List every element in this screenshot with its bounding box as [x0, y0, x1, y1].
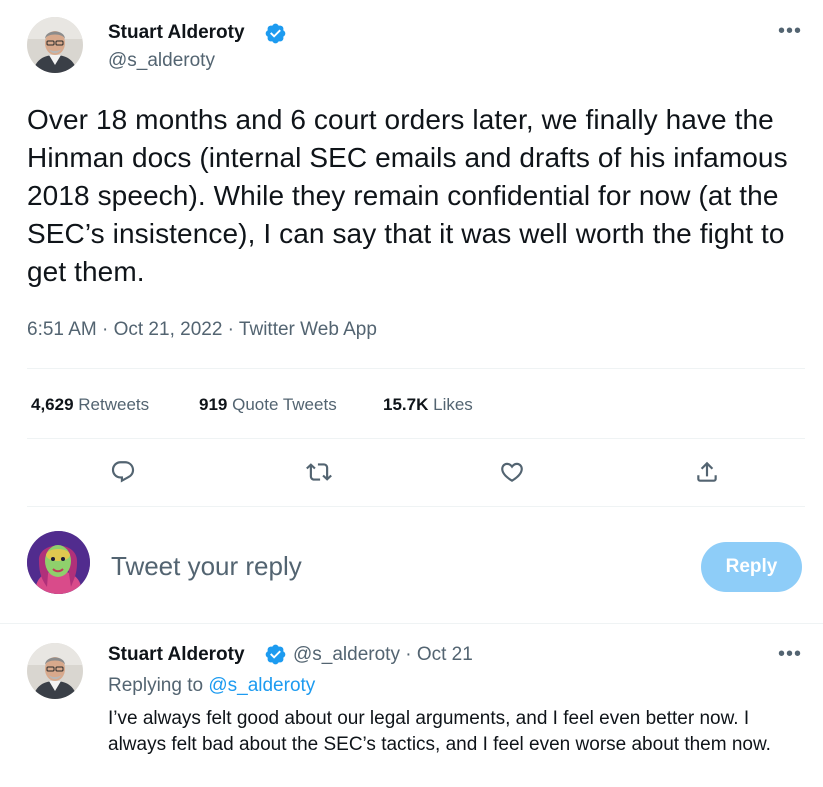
- like-icon[interactable]: [499, 459, 525, 485]
- share-icon[interactable]: [694, 459, 720, 485]
- retweet-icon[interactable]: [305, 459, 333, 485]
- divider: [0, 623, 823, 624]
- more-options-icon[interactable]: •••: [778, 643, 802, 666]
- tweet-text: Over 18 months and 6 court orders later,…: [27, 104, 788, 287]
- author-name[interactable]: Stuart Alderoty: [108, 22, 245, 44]
- separator: ·: [405, 644, 412, 665]
- divider: [27, 438, 805, 439]
- divider: [27, 368, 805, 369]
- likes-stat[interactable]: 15.7K Likes: [383, 395, 473, 415]
- quote-tweets-label: Quote Tweets: [232, 395, 337, 414]
- likes-count: 15.7K: [383, 395, 429, 414]
- reply-input[interactable]: Tweet your reply: [111, 551, 302, 582]
- quote-tweets-stat[interactable]: 919 Quote Tweets: [199, 395, 337, 415]
- likes-label: Likes: [433, 395, 473, 414]
- verified-badge-icon: [264, 643, 287, 666]
- current-user-avatar[interactable]: [27, 531, 90, 594]
- retweets-stat[interactable]: 4,629 Retweets: [31, 395, 149, 415]
- reply-button[interactable]: Reply: [701, 542, 802, 592]
- reply-tweet-text: I’ve always felt good about our legal ar…: [108, 708, 771, 755]
- author-handle[interactable]: @s_alderoty: [108, 50, 215, 72]
- reply-handle[interactable]: @s_alderoty: [293, 644, 400, 665]
- tweet-timestamp[interactable]: 6:51 AM · Oct 21, 2022 · Twitter Web App: [27, 319, 377, 341]
- reply-author-avatar[interactable]: [27, 643, 83, 699]
- reply-author-name[interactable]: Stuart Alderoty: [108, 644, 245, 666]
- divider: [27, 506, 805, 507]
- retweets-count: 4,629: [31, 395, 74, 414]
- replying-to-label: Replying to: [108, 675, 204, 696]
- author-avatar[interactable]: [27, 17, 83, 73]
- reply-author-handle: @s_alderoty · Oct 21: [293, 644, 473, 666]
- reply-icon[interactable]: [110, 459, 136, 485]
- reply-date[interactable]: Oct 21: [417, 644, 473, 665]
- verified-badge-icon: [264, 22, 287, 45]
- retweets-label: Retweets: [78, 395, 150, 414]
- replying-to-handle[interactable]: @s_alderoty: [208, 675, 315, 696]
- quote-tweets-count: 919: [199, 395, 228, 414]
- more-options-icon[interactable]: •••: [778, 20, 802, 43]
- replying-to: Replying to @s_alderoty: [108, 675, 315, 697]
